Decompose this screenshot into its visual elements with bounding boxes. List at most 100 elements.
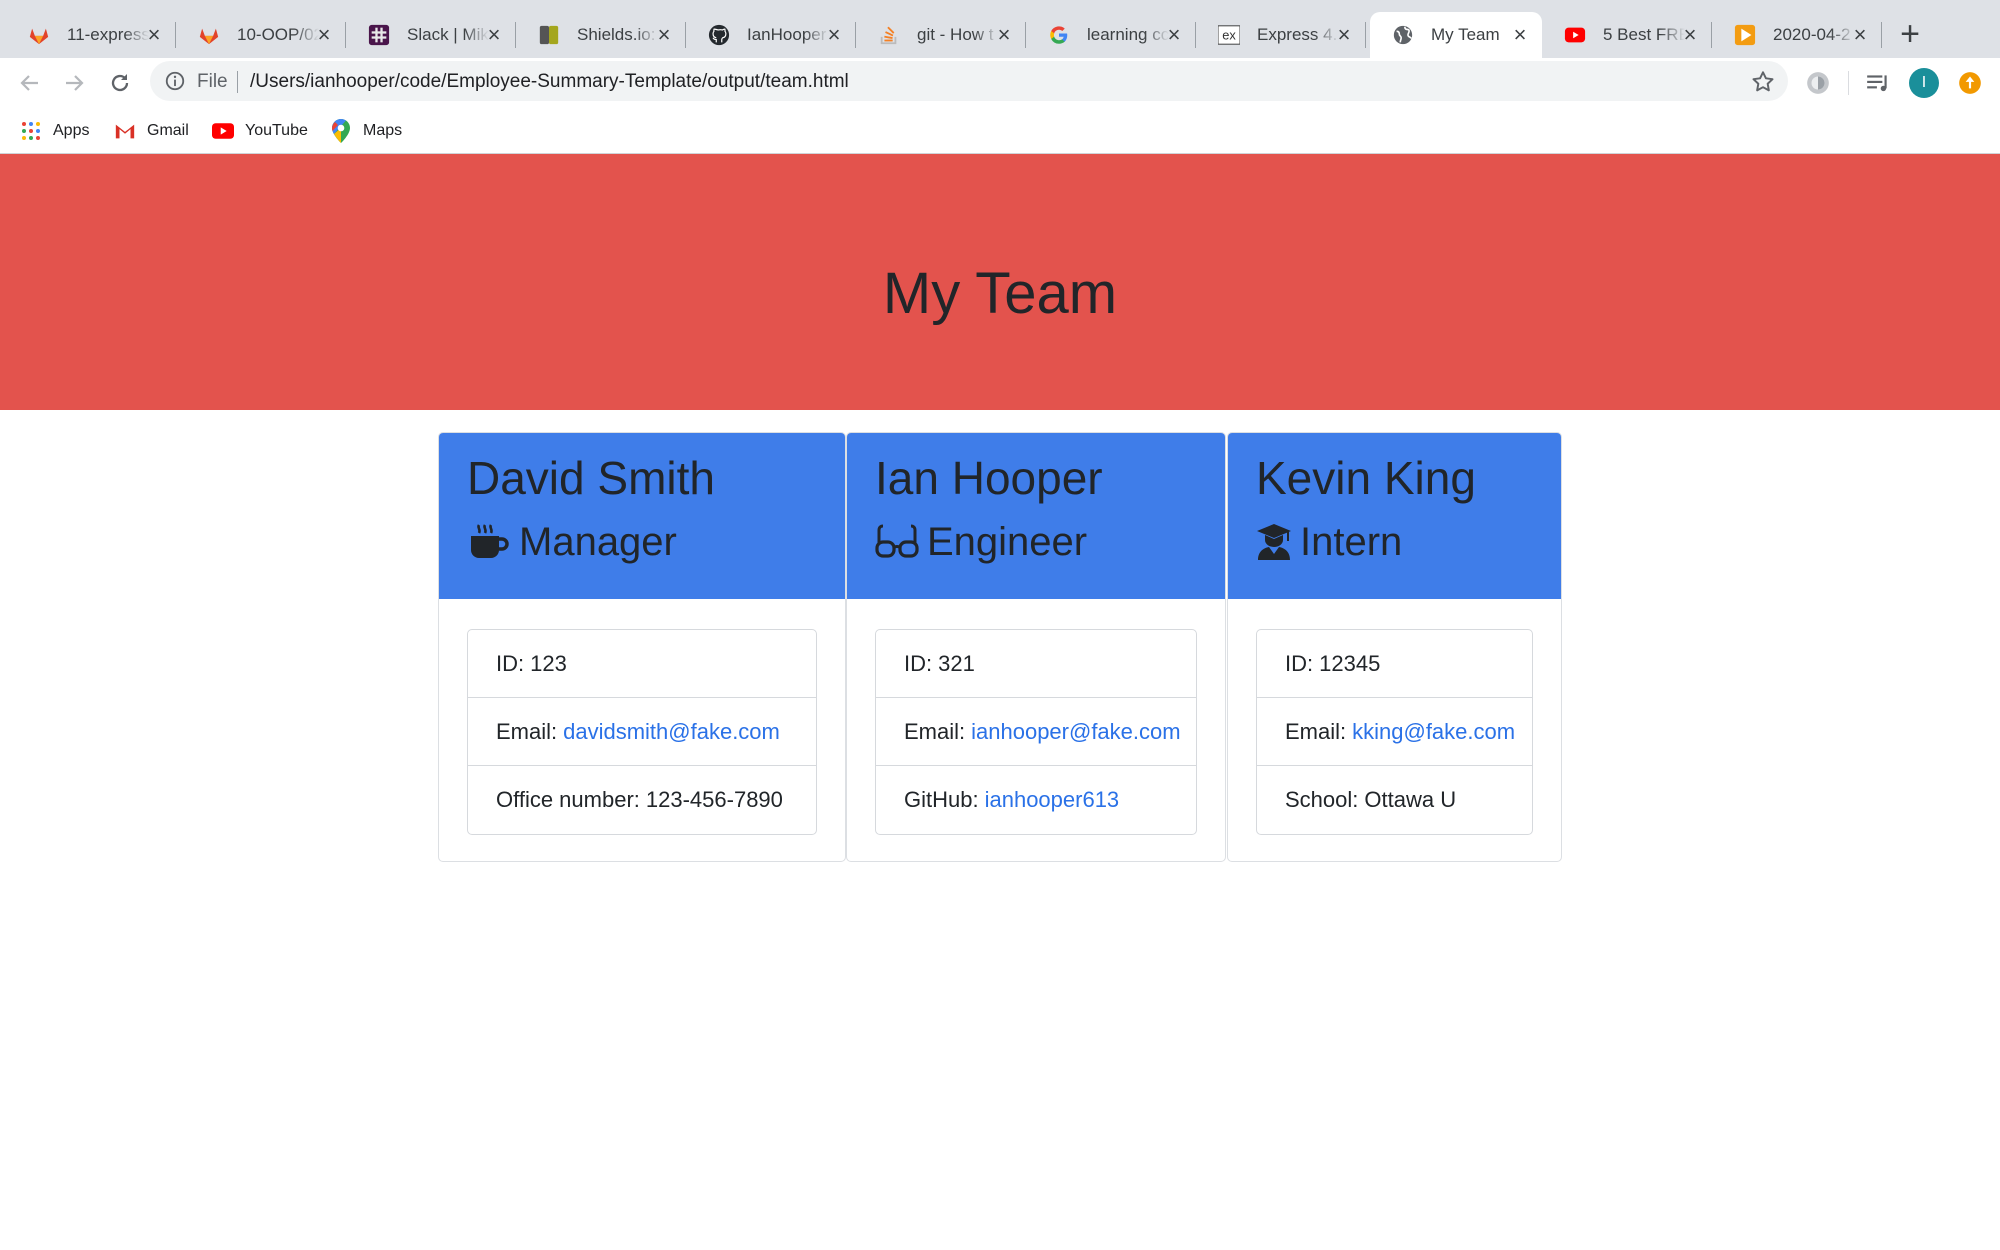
- close-icon[interactable]: ×: [1508, 23, 1532, 47]
- tab-title: learning cc: [1087, 25, 1169, 44]
- browser-tab[interactable]: Slack | Mik ×: [346, 12, 516, 58]
- close-icon[interactable]: ×: [822, 23, 846, 47]
- close-icon[interactable]: ×: [1848, 23, 1872, 47]
- address-divider: [237, 71, 238, 93]
- github-link[interactable]: ianhooper613: [985, 787, 1120, 813]
- employee-details-list: ID: 12345 Email: kking@fake.com School: …: [1256, 629, 1533, 835]
- employee-email-row: Email: kking@fake.com: [1257, 698, 1532, 766]
- id-value: 12345: [1319, 650, 1381, 676]
- employee-role: Engineer: [927, 519, 1088, 564]
- team-header-banner: My Team: [0, 154, 2000, 410]
- employee-id-row: ID: 123: [468, 630, 816, 698]
- employee-name: David Smith: [467, 452, 715, 504]
- bookmark-apps[interactable]: Apps: [20, 118, 89, 144]
- media-queue-icon[interactable]: [1862, 67, 1894, 99]
- email-label: Email:: [904, 718, 966, 744]
- email-link[interactable]: kking@fake.com: [1352, 719, 1515, 745]
- browser-tab[interactable]: 2020-04-2 ×: [1712, 12, 1882, 58]
- gitlab-icon: [198, 24, 220, 46]
- youtube-icon: [1564, 24, 1586, 46]
- id-value: 123: [530, 650, 567, 676]
- reload-icon[interactable]: [104, 67, 136, 99]
- id-label: ID:: [1285, 650, 1314, 676]
- close-icon[interactable]: ×: [992, 23, 1016, 47]
- maps-pin-icon: [330, 119, 352, 143]
- employee-school-row: School: Ottawa U: [1257, 766, 1532, 834]
- office-number-value: 123-456-7890: [645, 787, 783, 812]
- address-bar[interactable]: File /Users/ianhooper/code/Employee-Summ…: [150, 61, 1788, 101]
- gitlab-icon: [28, 24, 50, 46]
- close-icon[interactable]: ×: [1332, 23, 1356, 47]
- employee-card-engineer: Ian Hooper Engineer ID: 321 Email: ianho…: [846, 432, 1226, 862]
- back-arrow-icon[interactable]: [14, 67, 46, 99]
- tab-title: IanHooper: [747, 25, 827, 44]
- school-value: Ottawa U: [1364, 787, 1457, 812]
- close-icon[interactable]: ×: [142, 23, 166, 47]
- close-icon[interactable]: ×: [312, 23, 336, 47]
- tab-title: git - How t: [917, 25, 994, 44]
- email-label: Email:: [496, 718, 558, 744]
- employee-role-row: Engineer: [875, 517, 1087, 567]
- google-icon: [1048, 24, 1070, 46]
- express-icon: ex: [1218, 24, 1240, 46]
- browser-tab[interactable]: 5 Best FRE ×: [1542, 12, 1712, 58]
- media-play-icon: [1734, 24, 1756, 46]
- browser-tab[interactable]: ex Express 4. ×: [1196, 12, 1366, 58]
- tab-title: 11-express: [67, 25, 149, 44]
- page-title: My Team: [882, 260, 1118, 326]
- close-icon[interactable]: ×: [482, 23, 506, 47]
- browser-tab[interactable]: 10-OOP/02 ×: [176, 12, 346, 58]
- extension-icon[interactable]: [1802, 67, 1834, 99]
- email-link[interactable]: ianhooper@fake.com: [971, 719, 1180, 745]
- forward-arrow-icon[interactable]: [58, 67, 90, 99]
- glasses-icon: [875, 520, 919, 564]
- url-text[interactable]: /Users/ianhooper/code/Employee-Summary-T…: [250, 71, 849, 93]
- employee-role-row: Manager: [467, 517, 677, 567]
- update-badge-icon[interactable]: [1954, 67, 1986, 99]
- browser-tab-active[interactable]: My Team ×: [1370, 12, 1542, 58]
- bookmark-maps[interactable]: Maps: [330, 118, 402, 144]
- gmail-icon: [114, 120, 136, 142]
- tab-title: My Team: [1431, 25, 1500, 44]
- bookmark-star-icon[interactable]: [1750, 69, 1776, 95]
- browser-tab[interactable]: Shields.io: ×: [516, 12, 686, 58]
- youtube-icon: [212, 120, 234, 142]
- bookmark-gmail[interactable]: Gmail: [114, 118, 189, 144]
- info-icon[interactable]: [164, 70, 186, 92]
- url-scheme-label: File: [197, 71, 228, 92]
- browser-tab[interactable]: 11-express ×: [6, 12, 176, 58]
- employee-id-row: ID: 321: [876, 630, 1196, 698]
- browser-tab[interactable]: git - How t ×: [856, 12, 1026, 58]
- employee-github-row: GitHub: ianhooper613: [876, 766, 1196, 834]
- globe-icon: [1392, 24, 1414, 46]
- close-icon[interactable]: ×: [652, 23, 676, 47]
- browser-tab[interactable]: learning cc ×: [1026, 12, 1196, 58]
- tab-separator: [1881, 22, 1882, 48]
- browser-toolbar: File /Users/ianhooper/code/Employee-Summ…: [0, 58, 2000, 108]
- bookmark-label: Gmail: [147, 122, 189, 139]
- id-value: 321: [938, 650, 975, 676]
- tab-title: 2020-04-2: [1773, 25, 1851, 44]
- toolbar-divider: [1848, 71, 1849, 95]
- employee-role: Manager: [519, 519, 677, 564]
- close-icon[interactable]: ×: [1162, 23, 1186, 47]
- profile-avatar[interactable]: I: [1908, 67, 1940, 99]
- close-icon[interactable]: ×: [1678, 23, 1702, 47]
- apps-grid-icon: [20, 120, 42, 142]
- school-label: School:: [1285, 787, 1359, 812]
- bookmark-label: YouTube: [245, 122, 308, 139]
- profile-initial: I: [1921, 74, 1927, 91]
- employee-role: Intern: [1300, 519, 1403, 564]
- svg-text:ex: ex: [1222, 28, 1236, 43]
- browser-tab[interactable]: IanHooper ×: [686, 12, 856, 58]
- id-label: ID:: [904, 650, 933, 676]
- tab-title: 5 Best FRE: [1603, 25, 1685, 44]
- bookmark-youtube[interactable]: YouTube: [212, 118, 308, 144]
- employee-name: Kevin King: [1256, 452, 1476, 504]
- new-tab-plus-icon[interactable]: +: [1895, 16, 1925, 52]
- employee-card-intern: Kevin King Intern ID: 12345 Email: kking…: [1227, 432, 1562, 862]
- tab-separator: [1365, 22, 1366, 48]
- bookmark-label: Apps: [53, 122, 90, 139]
- email-link[interactable]: davidsmith@fake.com: [563, 719, 780, 745]
- card-header: Kevin King Intern: [1228, 433, 1561, 599]
